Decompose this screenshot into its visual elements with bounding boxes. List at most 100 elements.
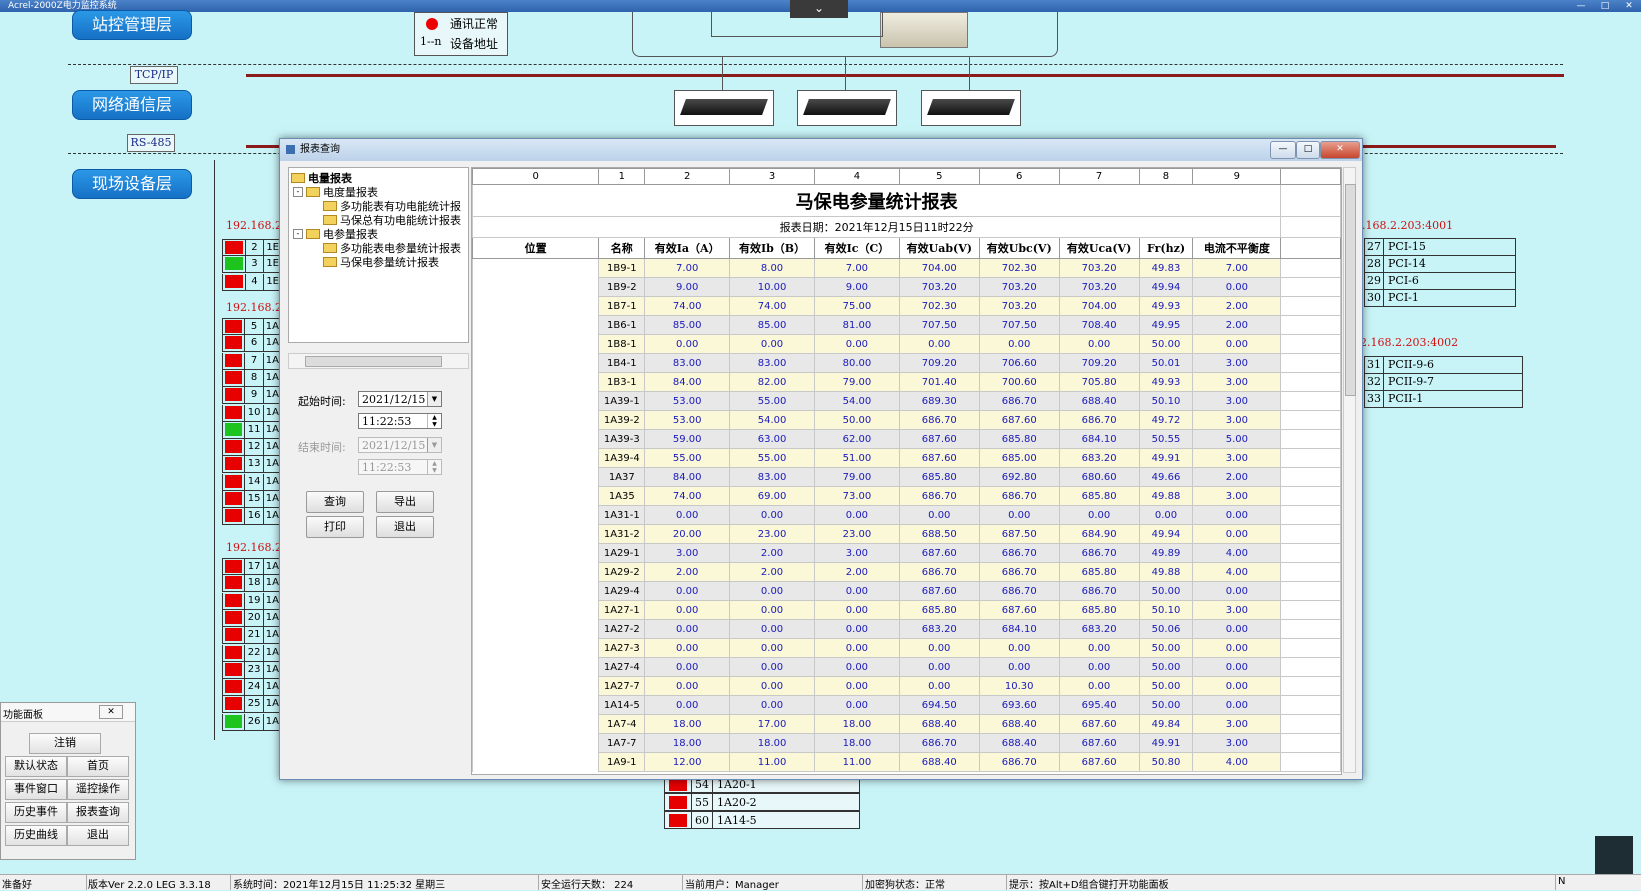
maximize-icon[interactable]: □ — [1593, 0, 1617, 12]
column-header[interactable]: 位置 — [472, 237, 600, 259]
device-row[interactable]: 4 1E — [222, 273, 280, 291]
device-row[interactable]: 27 PCI-15 — [1364, 239, 1516, 256]
column-header[interactable]: 有效Ia（A） — [644, 237, 731, 259]
column-index[interactable]: 8 — [1138, 168, 1194, 185]
minimize-icon[interactable]: — — [1569, 0, 1593, 12]
table-row[interactable]: 1A31-1 0.00 0.00 0.00 0.00 0.00 0.00 0.00 0.00 — [472, 505, 1341, 525]
tree-param-item-2[interactable]: 马保电参量统计报表 — [323, 254, 439, 270]
table-row[interactable]: 1A27-2 0.00 0.00 0.00 683.20 684.10 683.20 50.0… — [472, 619, 1341, 639]
layer-station[interactable]: 站控管理层 — [72, 10, 192, 40]
column-index[interactable]: 9 — [1192, 168, 1282, 185]
event-window-button[interactable]: 事件窗口 — [5, 779, 67, 800]
scroll-thumb[interactable] — [1345, 184, 1356, 396]
table-row[interactable]: 1A27-4 0.00 0.00 0.00 0.00 0.00 0.00 50.00 0.00 — [472, 657, 1341, 677]
device-row[interactable]: 7 1A — [222, 352, 280, 370]
device-row[interactable]: 33 PCII-1 — [1364, 391, 1523, 408]
table-row[interactable]: 1B9-1 7.00 8.00 7.00 704.00 702.30 703.20 49.83… — [472, 258, 1341, 278]
device-row[interactable]: 55 1A20-2 — [664, 793, 860, 811]
network-switch-icon[interactable] — [674, 90, 774, 126]
dialog-titlebar[interactable]: 报表查询 — □ ✕ — [280, 139, 1362, 161]
report-query-button[interactable]: 报表查询 — [67, 802, 129, 823]
table-row[interactable]: 1A37 84.00 83.00 79.00 685.80 692.80 680.60 49.… — [472, 467, 1341, 487]
dialog-minimize-icon[interactable]: — — [1270, 141, 1296, 159]
tree-horizontal-scrollbar[interactable] — [288, 353, 469, 369]
start-date-input[interactable]: 2021/12/15 ▼ — [358, 391, 442, 407]
device-row[interactable]: 19 1A — [222, 592, 280, 610]
dialog-maximize-icon[interactable]: □ — [1296, 141, 1320, 159]
device-row[interactable]: 26 1A — [222, 713, 280, 731]
end-date-input[interactable]: 2021/12/15 ▼ — [358, 437, 442, 453]
close-icon[interactable]: ✕ — [1617, 0, 1641, 12]
spinner-icon[interactable]: ▲ ▼ — [427, 460, 441, 474]
print-button[interactable]: 打印 — [306, 516, 364, 538]
table-row[interactable]: 1A35 74.00 69.00 73.00 686.70 686.70 685.80 49.… — [472, 486, 1341, 506]
spinner-icon[interactable]: ▲ ▼ — [427, 414, 441, 428]
device-row[interactable]: 10 1A — [222, 404, 280, 422]
column-index[interactable]: 1 — [598, 168, 646, 185]
device-row[interactable]: 30 PCI-1 — [1364, 290, 1516, 307]
device-row[interactable]: 28 PCI-14 — [1364, 256, 1516, 273]
table-row[interactable]: 1A27-1 0.00 0.00 0.00 685.80 687.60 685.80 50.1… — [472, 600, 1341, 620]
home-button[interactable]: 首页 — [67, 756, 129, 777]
table-row[interactable]: 1A27-3 0.00 0.00 0.00 0.00 0.00 0.00 50.00 0.00 — [472, 638, 1341, 658]
collapse-icon[interactable]: - — [293, 229, 303, 239]
close-icon[interactable]: ✕ — [99, 705, 123, 719]
column-header[interactable]: 有效Ic（C） — [813, 237, 900, 259]
history-curve-button[interactable]: 历史曲线 — [5, 825, 67, 846]
device-row[interactable]: 60 1A14-5 — [664, 811, 860, 829]
scroll-thumb[interactable] — [305, 356, 442, 367]
dropdown-arrow-icon[interactable]: ▼ — [427, 438, 441, 452]
table-row[interactable]: 1B6-1 85.00 85.00 81.00 707.50 707.50 708.40 49… — [472, 315, 1341, 335]
server-pc-icon[interactable] — [880, 12, 968, 48]
device-row[interactable]: 20 1A — [222, 609, 280, 627]
table-row[interactable]: 1A39-2 53.00 54.00 50.00 686.70 687.60 686.70 4… — [472, 410, 1341, 430]
table-row[interactable]: 1A27-7 0.00 0.00 0.00 0.00 10.30 0.00 50.00 0.00 — [472, 676, 1341, 696]
table-row[interactable]: 1A29-4 0.00 0.00 0.00 687.60 686.70 686.70 50.0… — [472, 581, 1341, 601]
device-row[interactable]: 21 1A — [222, 627, 280, 645]
report-vertical-scrollbar[interactable] — [1343, 167, 1356, 773]
table-row[interactable]: 1A39-1 53.00 55.00 54.00 689.30 686.70 688.40 5… — [472, 391, 1341, 411]
device-row[interactable]: 18 1A — [222, 575, 280, 593]
device-row[interactable]: 31 PCII-9-6 — [1364, 357, 1523, 374]
end-time-input[interactable]: 11:22:53 ▲ ▼ — [358, 459, 442, 475]
table-row[interactable]: 1A29-1 3.00 2.00 3.00 687.60 686.70 686.70 49.8… — [472, 543, 1341, 563]
table-row[interactable]: 1B4-1 83.00 83.00 80.00 709.20 706.60 709.20 50… — [472, 353, 1341, 373]
device-row[interactable]: 17 1A — [222, 558, 280, 575]
column-index[interactable]: 7 — [1058, 168, 1140, 185]
column-index[interactable]: 0 — [472, 168, 600, 185]
table-row[interactable]: 1A9-1 12.00 11.00 11.00 688.40 686.70 687.60 50… — [472, 752, 1341, 772]
table-row[interactable]: 1B8-1 0.00 0.00 0.00 0.00 0.00 0.00 50.00 0.00 — [472, 334, 1341, 354]
table-row[interactable]: 1B7-1 74.00 74.00 75.00 702.30 703.20 704.00 49… — [472, 296, 1341, 316]
logout-button[interactable]: 注销 — [29, 733, 101, 754]
table-row[interactable]: 1A29-2 2.00 2.00 2.00 686.70 686.70 685.80 49.8… — [472, 562, 1341, 582]
device-row[interactable]: 32 PCII-9-7 — [1364, 374, 1523, 391]
table-row[interactable]: 1A14-5 0.00 0.00 0.00 694.50 693.60 695.40 50.0… — [472, 695, 1341, 715]
table-row[interactable]: 1A31-2 20.00 23.00 23.00 688.50 687.50 684.90 4… — [472, 524, 1341, 544]
column-header[interactable]: Fr(hz) — [1138, 237, 1194, 259]
column-index[interactable]: 5 — [898, 168, 980, 185]
device-row[interactable]: 16 1A — [222, 508, 280, 526]
table-row[interactable]: 1A7-4 18.00 17.00 18.00 688.40 688.40 687.60 49… — [472, 714, 1341, 734]
query-button[interactable]: 查询 — [306, 491, 364, 513]
column-header[interactable]: 有效Ib（B） — [729, 237, 815, 259]
device-row[interactable]: 29 PCI-6 — [1364, 273, 1516, 290]
layer-field[interactable]: 现场设备层 — [72, 169, 192, 199]
table-row[interactable]: 1B3-1 84.00 82.00 79.00 701.40 700.60 705.80 49… — [472, 372, 1341, 392]
start-time-input[interactable]: 11:22:53 ▲ ▼ — [358, 413, 442, 429]
column-index[interactable]: 4 — [813, 168, 900, 185]
export-button[interactable]: 导出 — [376, 491, 434, 513]
device-row[interactable]: 24 1A — [222, 679, 280, 697]
device-row[interactable]: 11 1A — [222, 421, 280, 439]
table-row[interactable]: 1A7-7 18.00 18.00 18.00 686.70 688.40 687.60 49… — [472, 733, 1341, 753]
remote-op-button[interactable]: 遥控操作 — [67, 779, 129, 800]
column-header[interactable]: 名称 — [598, 237, 646, 259]
device-row[interactable]: 5 1A — [222, 318, 280, 335]
column-header[interactable]: 有效Uab(V) — [898, 237, 980, 259]
network-switch-icon[interactable] — [797, 90, 897, 126]
panel-exit-button[interactable]: 退出 — [67, 825, 129, 846]
device-row[interactable]: 12 1A — [222, 439, 280, 457]
default-state-button[interactable]: 默认状态 — [5, 756, 67, 777]
table-row[interactable]: 1A39-4 55.00 55.00 51.00 687.60 685.00 683.20 4… — [472, 448, 1341, 468]
dropdown-arrow-icon[interactable]: ▼ — [427, 392, 441, 406]
device-row[interactable]: 15 1A — [222, 491, 280, 508]
